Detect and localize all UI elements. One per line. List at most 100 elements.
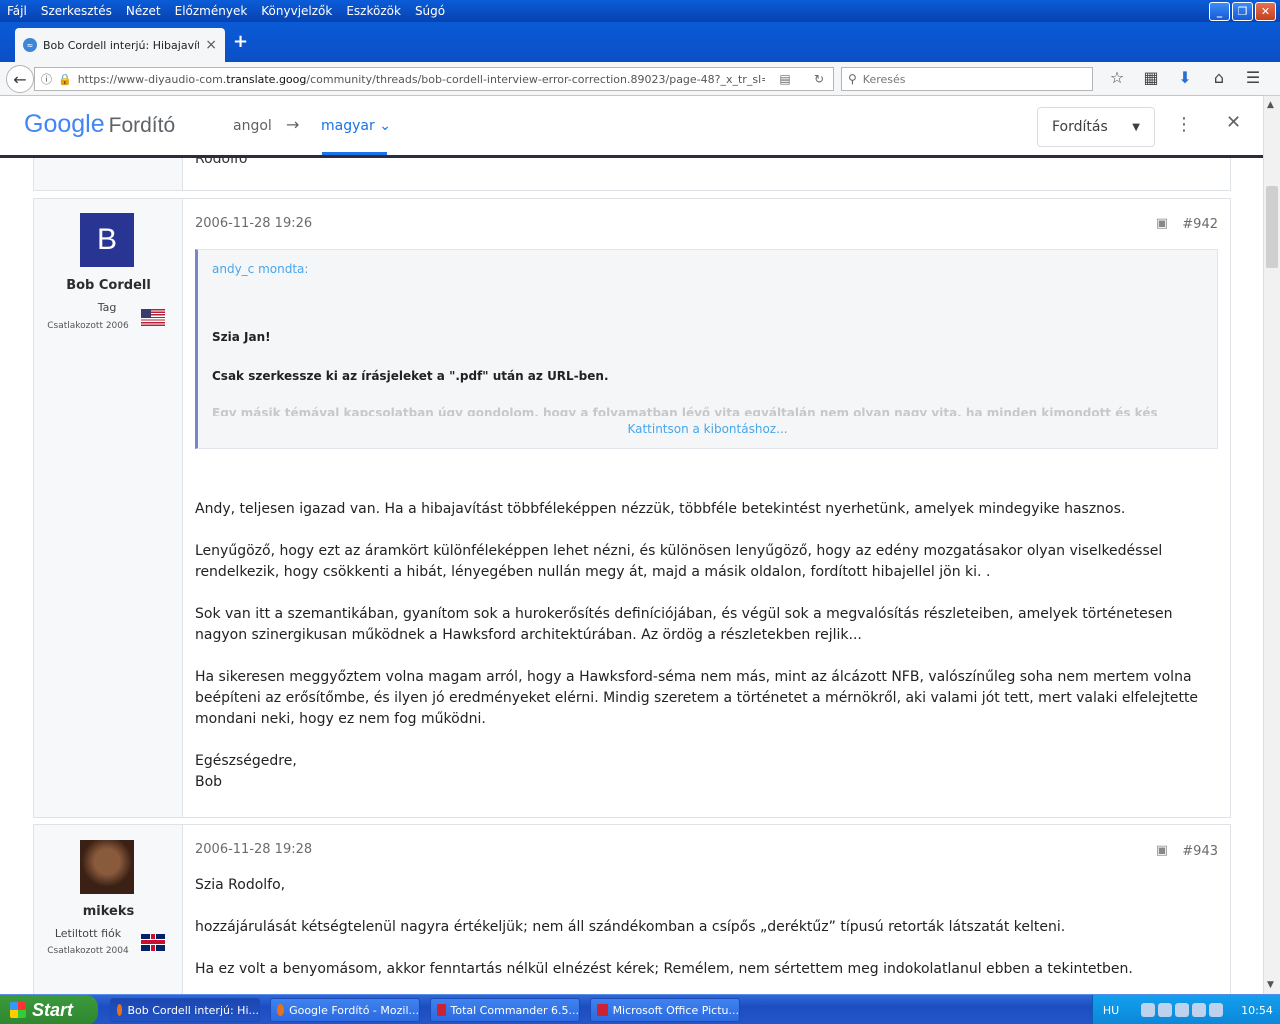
search-box[interactable]: ⚲ Keresés (841, 67, 1093, 91)
reload-icon[interactable]: ↻ (805, 72, 833, 86)
post-sidebar (34, 158, 183, 190)
search-placeholder: Keresés (862, 72, 906, 86)
bookmarks-list-icon[interactable]: ▦ (1134, 68, 1168, 87)
taskbar-button-label: Total Commander 6.5... (450, 1003, 580, 1017)
taskbar-button-label: Google Fordító - Mozil... (289, 1003, 419, 1017)
target-language[interactable]: magyar ⌄ (321, 118, 391, 134)
minimize-icon[interactable]: _ (1209, 2, 1230, 21)
tray-app-icon[interactable] (1191, 1003, 1206, 1017)
menu-bar: Fájl Szerkesztés Nézet Előzmények Könyvj… (0, 0, 1280, 22)
post-paragraph: Ha sikeresen meggyőztem volna magam arró… (195, 669, 1199, 727)
google-translate-bar: Google Fordító angol → magyar ⌄ Fordítás ▼… (0, 96, 1263, 158)
username[interactable]: Bob Cordell (34, 278, 183, 293)
new-tab-button[interactable]: + (233, 31, 248, 52)
page-content: Rodolfo B Bob Cordell Tag Csatlakozott 2… (0, 158, 1263, 994)
menu-tools[interactable]: Eszközök (339, 4, 408, 18)
start-button[interactable]: Start (0, 995, 98, 1024)
post-942: B Bob Cordell Tag Csatlakozott 2006 2006… (33, 198, 1231, 818)
translate-button-label: Fordítás (1052, 119, 1108, 135)
download-icon[interactable]: ⬇ (1168, 68, 1202, 87)
reader-view-icon[interactable]: ▤ (771, 72, 799, 86)
page-scrollbar[interactable]: ▲ ▼ (1263, 96, 1280, 994)
antivirus-icon[interactable] (1157, 1003, 1172, 1017)
back-button[interactable]: ← (6, 65, 34, 93)
info-icon[interactable]: ⓘ (41, 71, 52, 87)
url-bar[interactable]: ⓘ 🔒 https://www-diyaudio-com.translate.g… (34, 67, 834, 91)
lock-icon: 🔒 (58, 72, 72, 86)
share-icon[interactable]: ▣ (1156, 843, 1168, 858)
logo-google: Google (24, 110, 105, 138)
quote-expand-link[interactable]: Kattintson a kibontáshoz... (198, 422, 1217, 436)
close-window-icon[interactable]: ✕ (1255, 2, 1276, 21)
post-943: mikeks Letiltott fiók Csatlakozott 2004 … (33, 824, 1231, 994)
quote-author[interactable]: andy_c mondta: (212, 262, 308, 276)
scrollbar-thumb[interactable] (1266, 186, 1278, 268)
taskbar-button-total-commander[interactable]: Total Commander 6.5... (430, 998, 580, 1022)
user-joined: Csatlakozott 2004 (47, 946, 129, 956)
url-domain: translate.goog (226, 72, 307, 86)
quote-block: andy_c mondta: Szia Jan! Csak szerkessze… (195, 249, 1218, 449)
scroll-up-icon[interactable]: ▲ (1267, 100, 1274, 110)
dropdown-caret-icon: ▼ (1132, 121, 1140, 133)
favicon-icon: ≈ (23, 38, 37, 52)
translate-dropdown[interactable]: Fordítás ▼ (1037, 107, 1155, 147)
post-number[interactable]: #942 (1182, 217, 1218, 232)
screen: Fájl Szerkesztés Nézet Előzmények Könyvj… (0, 0, 1280, 1024)
taskbar: Start Bob Cordell interjú: Hi... Google … (0, 994, 1280, 1024)
tab-close-icon[interactable]: × (205, 37, 217, 53)
volume-icon[interactable] (1174, 1003, 1189, 1017)
post-paragraph: Egészségedre, (195, 753, 297, 769)
firefox-icon (117, 1004, 123, 1016)
quote-line-1: Szia Jan! (212, 330, 271, 344)
start-label: Start (32, 999, 74, 1020)
target-language-label: magyar (321, 118, 375, 134)
restore-icon[interactable]: ❐ (1232, 2, 1253, 21)
menu-hamburger-icon[interactable]: ☰ (1236, 68, 1270, 87)
bluetooth-icon[interactable] (1208, 1003, 1223, 1017)
back-arrow-icon: ← (13, 69, 27, 89)
previous-post: Rodolfo (33, 158, 1231, 191)
more-vert-icon[interactable]: ⋮ (1175, 114, 1193, 135)
post-number[interactable]: #943 (1182, 844, 1218, 859)
post-paragraph: Lenyűgöző, hogy ezt az áramkört különfél… (195, 543, 1163, 580)
url-text[interactable]: https://www-diyaudio-com.translate.goog/… (78, 73, 765, 86)
menu-view[interactable]: Nézet (119, 4, 168, 18)
post-date[interactable]: 2006-11-28 19:26 (195, 216, 312, 231)
post-date[interactable]: 2006-11-28 19:28 (195, 842, 312, 857)
username[interactable]: mikeks (34, 904, 183, 919)
scroll-down-icon[interactable]: ▼ (1267, 980, 1274, 990)
tray-icons (1129, 1003, 1234, 1017)
quote-line-2: Csak szerkessze ki az írásjeleket a ".pd… (212, 369, 609, 383)
taskbar-button-label: Microsoft Office Pictu... (612, 1003, 739, 1017)
taskbar-button-firefox[interactable]: Google Fordító - Mozil... (270, 998, 420, 1022)
menu-edit[interactable]: Szerkesztés (34, 4, 119, 18)
avatar[interactable] (80, 840, 134, 894)
post-author-sidebar: mikeks Letiltott fiók Csatlakozott 2004 (34, 825, 183, 994)
language-indicator[interactable]: HU (1093, 1004, 1129, 1017)
menu-history[interactable]: Előzmények (168, 4, 255, 18)
url-path: /community/threads/bob-cordell-interview… (306, 72, 765, 86)
tab-strip: ≈ Bob Cordell interjú: Hibajavítá... × + (0, 22, 1280, 62)
home-icon[interactable]: ⌂ (1202, 68, 1236, 87)
post-paragraph: Sok van itt a szemantikában, gyanítom so… (195, 606, 1173, 643)
avatar[interactable]: B (80, 213, 134, 267)
taskbar-button-office-picture[interactable]: Microsoft Office Pictu... (590, 998, 740, 1022)
taskbar-button-firefox-active[interactable]: Bob Cordell interjú: Hi... (110, 998, 260, 1022)
close-translate-icon[interactable]: ✕ (1226, 112, 1241, 133)
network-icon[interactable] (1140, 1003, 1155, 1017)
previous-post-text: Rodolfo (195, 158, 248, 167)
clock[interactable]: 10:54 (1234, 1004, 1280, 1017)
taskbar-button-label: Bob Cordell interjú: Hi... (127, 1003, 259, 1017)
chevron-down-icon: ⌄ (379, 118, 391, 134)
us-flag-icon (141, 309, 165, 326)
bookmark-star-icon[interactable]: ☆ (1100, 68, 1134, 87)
tab-active[interactable]: ≈ Bob Cordell interjú: Hibajavítá... × (15, 28, 225, 62)
target-language-underline (322, 152, 387, 155)
google-translate-logo[interactable]: Google Fordító (24, 110, 175, 139)
menu-bookmarks[interactable]: Könyvjelzők (254, 4, 339, 18)
menu-help[interactable]: Súgó (408, 4, 452, 18)
source-language[interactable]: angol (233, 118, 272, 134)
share-icon[interactable]: ▣ (1156, 216, 1168, 231)
menu-file[interactable]: Fájl (0, 4, 34, 18)
firefox-icon (277, 1004, 285, 1016)
